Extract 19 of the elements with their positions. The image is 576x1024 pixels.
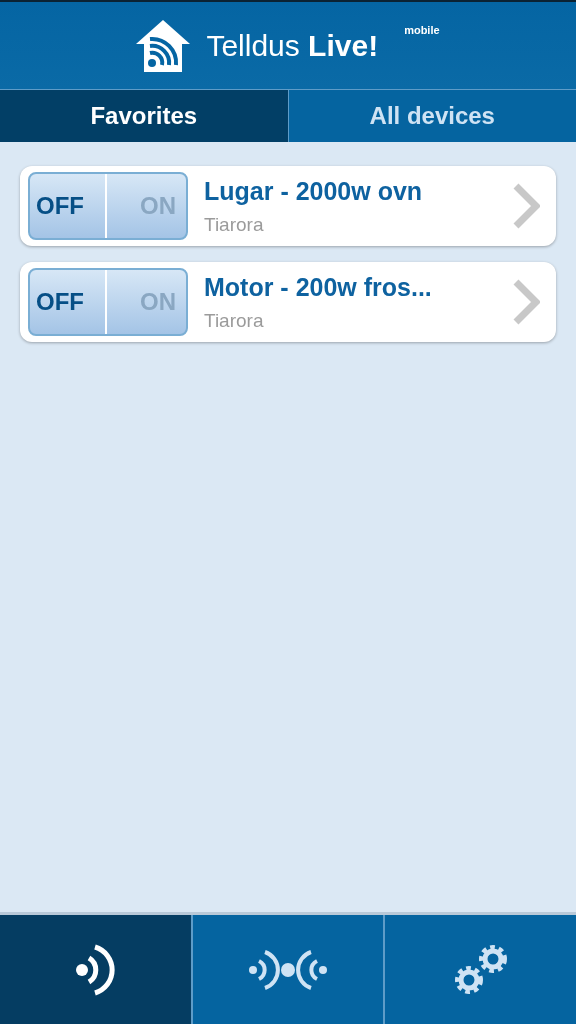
- nav-tab[interactable]: [383, 915, 576, 1024]
- tab[interactable]: All devices: [287, 90, 576, 142]
- house-signal-icon: [136, 19, 191, 72]
- on-off-switch[interactable]: OFF ON: [28, 268, 188, 336]
- device-location: Tiarora: [204, 212, 265, 237]
- device-row[interactable]: OFF ON Motor - 200w fros... Tiarora: [20, 262, 556, 342]
- tab[interactable]: Favorites: [0, 90, 288, 142]
- app-subtitle: mobile: [404, 23, 440, 38]
- device-location: Tiarora: [204, 308, 265, 333]
- device-name: Motor - 200w fros...: [204, 272, 433, 303]
- signal-link-icon: [248, 947, 328, 992]
- nav-tab[interactable]: [0, 915, 191, 1024]
- chevron-icon: [512, 182, 540, 230]
- chevron-icon: [512, 278, 540, 326]
- device-row[interactable]: OFF ON Lugar - 2000w ovn Tiarora: [20, 166, 556, 246]
- nav-tab[interactable]: [190, 915, 384, 1024]
- app-title: Telldus Live!: [206, 28, 379, 64]
- on-off-switch[interactable]: OFF ON: [28, 172, 188, 240]
- device-name: Lugar - 2000w ovn: [204, 176, 424, 207]
